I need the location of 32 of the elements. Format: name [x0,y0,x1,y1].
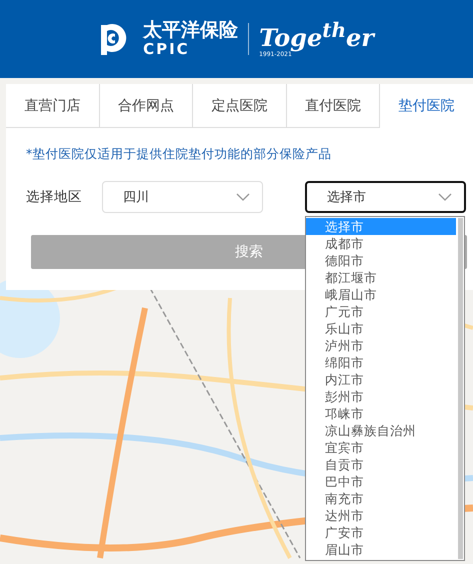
city-option[interactable]: 都江堰市 [306,269,456,286]
anniversary-logo-text: Toge$^{th}$er [259,20,374,50]
city-option[interactable]: 德阳市 [306,252,456,269]
city-option[interactable]: 峨眉山市 [306,286,456,303]
brand-abbreviation: CPIC [143,41,191,58]
chevron-down-icon [438,193,452,201]
city-option[interactable]: 乐山市 [306,320,456,337]
city-option[interactable]: 绵阳市 [306,354,456,371]
city-option[interactable]: 泸州市 [306,337,456,354]
city-option[interactable]: 彭州市 [306,388,456,405]
category-tab[interactable]: 定点医院 [193,84,287,128]
category-tab[interactable]: 直营门店 [6,84,100,128]
city-select[interactable]: 选择市 [305,181,466,213]
city-option[interactable]: 邛崃市 [306,405,456,422]
city-option[interactable]: 广安市 [306,524,456,541]
region-label: 选择地区 [26,188,83,206]
province-select[interactable]: 四川 [102,181,263,213]
chevron-down-icon [236,193,250,201]
notice-text: *垫付医院仅适用于提供住院垫付功能的部分保险产品 [26,146,332,163]
city-option[interactable]: 自贡市 [306,456,456,473]
category-tab[interactable]: 直付医院 [286,84,380,128]
city-option[interactable]: 南充市 [306,490,456,507]
city-option[interactable]: 凉山彝族自治州 [306,422,456,439]
city-option[interactable]: 眉山市 [306,541,456,558]
city-option[interactable]: 宜宾市 [306,439,456,456]
city-option[interactable]: 达州市 [306,507,456,524]
city-option[interactable]: 内江市 [306,371,456,388]
brand-name: 太平洋保险 [143,20,238,42]
category-tab[interactable]: 合作网点 [100,84,194,128]
city-option[interactable]: 成都市 [306,235,456,252]
city-option[interactable]: 巴中市 [306,473,456,490]
city-option[interactable]: 广元市 [306,303,456,320]
